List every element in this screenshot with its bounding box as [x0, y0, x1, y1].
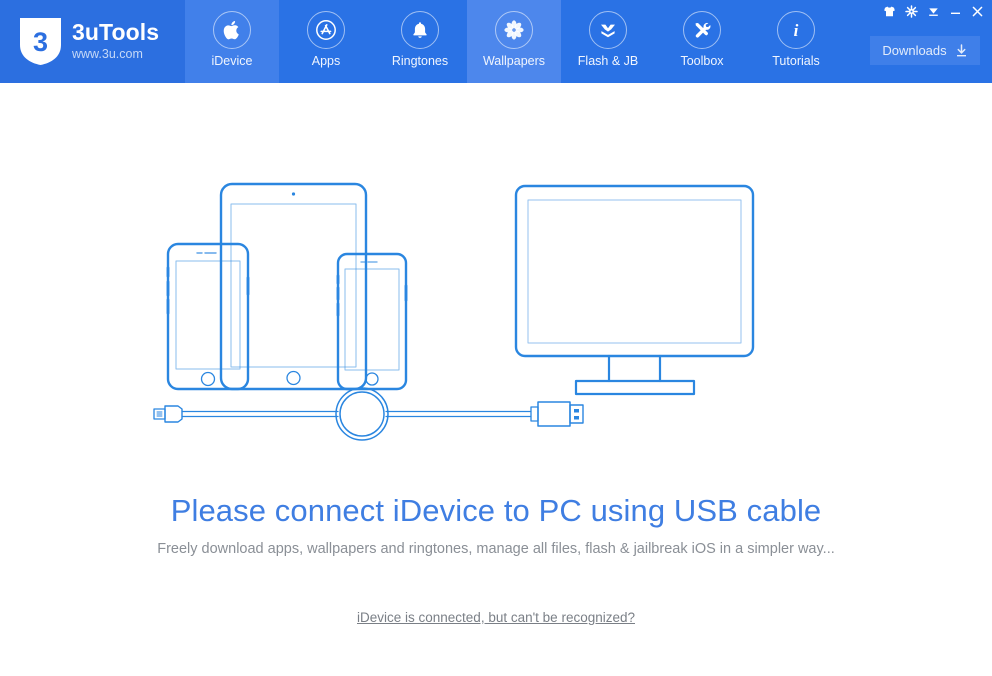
- shield-3-logo-icon: 3: [20, 18, 61, 65]
- nav-tab-ringtones[interactable]: Ringtones: [373, 0, 467, 83]
- nav-tab-tutorials[interactable]: i Tutorials: [749, 0, 843, 83]
- nav-tab-apps[interactable]: Apps: [279, 0, 373, 83]
- main-stage: Please connect iDevice to PC using USB c…: [0, 83, 992, 676]
- nav-tab-label: Tutorials: [772, 54, 820, 68]
- svg-text:i: i: [794, 21, 799, 40]
- downloads-label: Downloads: [882, 43, 947, 58]
- main-nav: iDevice Apps Ringtones Wallpapers Flash …: [185, 0, 843, 83]
- apple-icon: [213, 11, 251, 49]
- window-controls: [878, 0, 988, 22]
- nav-tab-label: Toolbox: [680, 54, 724, 68]
- info-icon: i: [777, 11, 815, 49]
- nav-tab-wallpapers[interactable]: Wallpapers: [467, 0, 561, 83]
- settings-icon[interactable]: [900, 0, 922, 22]
- svg-text:3: 3: [33, 27, 48, 57]
- bell-icon: [401, 11, 439, 49]
- page-headline: Please connect iDevice to PC using USB c…: [170, 493, 822, 528]
- nav-tab-idevice[interactable]: iDevice: [185, 0, 279, 83]
- downloads-button[interactable]: Downloads: [870, 36, 980, 65]
- brand-logo-panel[interactable]: 3 3uTools www.3u.com: [0, 0, 185, 83]
- close-icon[interactable]: [966, 0, 988, 22]
- device-not-recognized-link[interactable]: iDevice is connected, but can't be recog…: [357, 610, 635, 625]
- nav-tab-label: iDevice: [211, 54, 253, 68]
- skin-icon[interactable]: [878, 0, 900, 22]
- minimize-to-tray-icon[interactable]: [922, 0, 944, 22]
- nav-tab-toolbox[interactable]: Toolbox: [655, 0, 749, 83]
- flower-icon: [495, 11, 533, 49]
- nav-tab-label: Flash & JB: [577, 54, 639, 68]
- openbox-icon: [589, 11, 627, 49]
- nav-tab-label: Apps: [311, 54, 341, 68]
- tools-icon: [683, 11, 721, 49]
- minimize-icon[interactable]: [944, 0, 966, 22]
- nav-tab-label: Wallpapers: [482, 54, 546, 68]
- app-header: 3 3uTools www.3u.com iDevice Apps Ringto…: [0, 0, 992, 83]
- download-arrow-icon: [955, 43, 968, 58]
- appstore-icon: [307, 11, 345, 49]
- nav-tab-label: Ringtones: [391, 54, 449, 68]
- nav-tab-flash-jb[interactable]: Flash & JB: [561, 0, 655, 83]
- help-link-wrap: iDevice is connected, but can't be recog…: [0, 609, 992, 627]
- brand-url: www.3u.com: [72, 47, 143, 61]
- brand-name: 3uTools: [72, 19, 160, 45]
- page-subtitle: Freely download apps, wallpapers and rin…: [157, 541, 835, 557]
